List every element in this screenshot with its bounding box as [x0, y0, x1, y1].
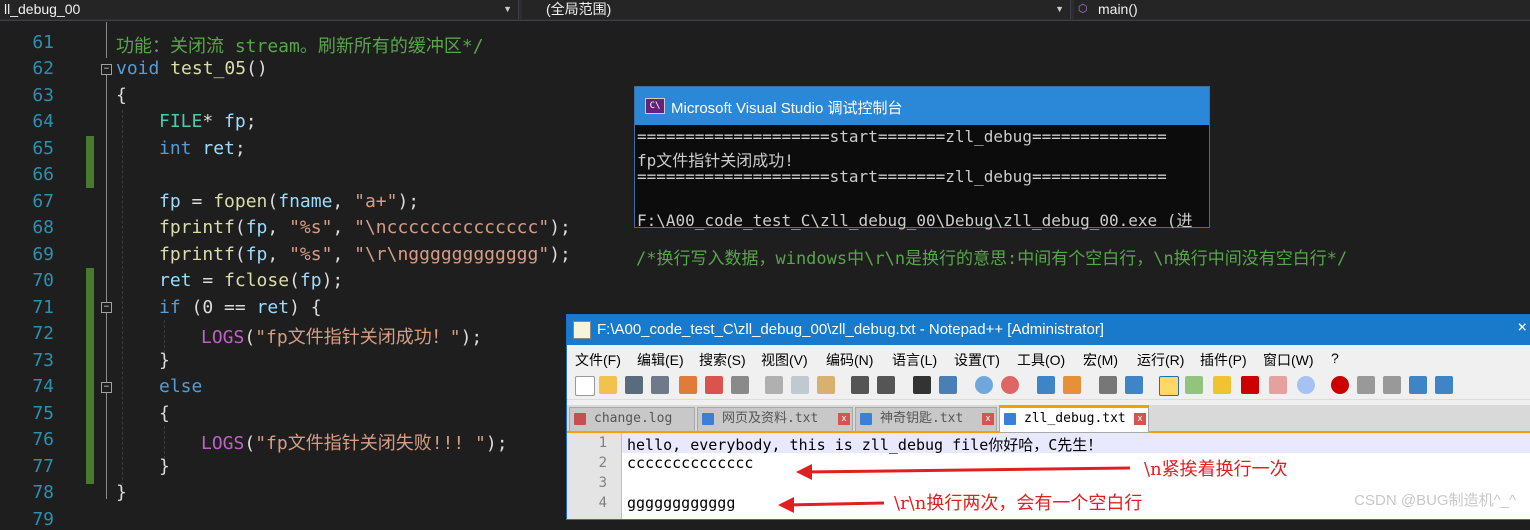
- annotation-arrows: [778, 464, 1131, 513]
- annotation-note-2: \r\n换行两次，会有一个空白行: [894, 493, 1143, 514]
- watermark: CSDN @BUG制造机^_^: [1354, 492, 1516, 509]
- annotation-arrowhead-1: [796, 464, 812, 480]
- annotation-arrowhead-2: [778, 497, 794, 513]
- annotation-arrow-2: [785, 501, 885, 507]
- annotation-arrow-1: [803, 466, 1131, 474]
- annotation-note-1: \n紧挨着换行一次: [1144, 459, 1288, 480]
